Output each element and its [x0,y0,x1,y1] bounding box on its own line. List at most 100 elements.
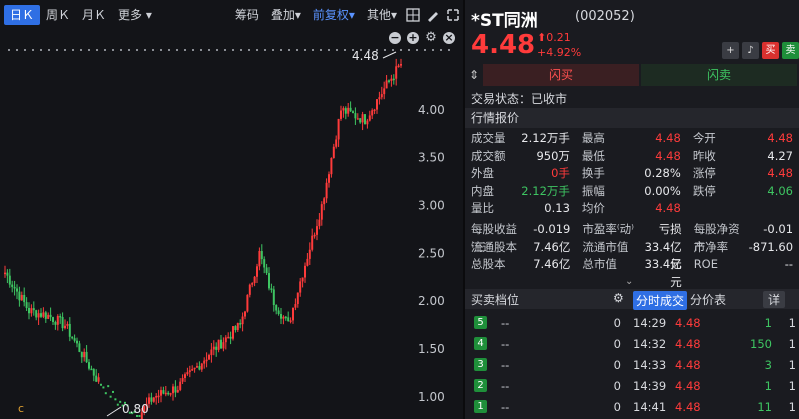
quote-section-title: 行情报价 [465,108,799,128]
y-tick-label: 4.00 [418,103,445,117]
orderbook-row[interactable]: 2 -- 0 [465,375,625,396]
candle [160,390,162,396]
draw-pen-icon[interactable] [426,8,440,22]
candle [186,372,189,375]
candle [294,303,297,308]
candle [390,78,393,81]
y-tick-label: 3.00 [418,199,445,213]
low-price-label: 0.80 [122,402,149,416]
candle [354,113,357,119]
flash-buy-button[interactable]: 闪买 [483,64,639,86]
buy-button[interactable]: 买 [762,42,779,59]
orderbook: 5 -- 0 4 -- 0 3 -- 0 2 -- 0 1 -- 0 [465,312,625,417]
quote-value: 4.06 [767,183,793,198]
quote-value: 0.13 [544,201,570,215]
candle [263,259,266,268]
candle [224,337,227,343]
candle [150,397,153,402]
candle [73,338,76,341]
candle [179,381,182,390]
tick-row: 14:41 4.48 11 1 [631,396,799,417]
tick-time: 14:33 [633,357,667,372]
quote-value: 0.00% [644,183,681,198]
quote-value: 4.48 [767,166,793,180]
bottom-header: 买卖档位 ⚙ 分时成交 分价表 详 [465,289,799,310]
candle [342,108,345,111]
bid-qty: 0 [613,399,621,414]
tab-day-k[interactable]: 日Ｋ [4,5,41,25]
quote-label: 最低 [581,148,605,163]
candle [356,118,359,120]
quote-value: -- [784,257,794,271]
collapse-chevron-icon[interactable]: ⌄ [625,276,633,287]
candle [229,336,232,339]
candle [176,389,179,393]
candle [248,284,251,295]
tab-more[interactable]: 更多 ▾ [112,5,158,25]
candle [308,249,311,259]
other-button[interactable]: 其他▾ [361,5,403,25]
expand-icon[interactable] [446,8,460,22]
candle [212,346,215,350]
candle [64,325,66,329]
tick-time: 14:29 [633,315,667,330]
forward-adjust-button[interactable]: 前复权▾ [307,5,361,25]
flash-sell-button[interactable]: 闪卖 [641,64,797,86]
candle [234,326,237,331]
bid-qty: 0 [613,315,621,330]
candle [155,395,158,398]
candle [191,369,194,371]
tab-month-k[interactable]: 月Ｋ [76,5,112,25]
candle [16,288,18,292]
candle [56,315,59,325]
y-tick-label: 1.50 [418,342,445,356]
tab-week-k[interactable]: 周Ｋ [40,5,76,25]
grid-icon[interactable] [406,8,420,22]
detail-button[interactable]: 详 [763,291,786,308]
candle [205,359,208,362]
bid-level-badge: 3 [474,358,487,371]
orderbook-row[interactable]: 1 -- 0 [465,396,625,417]
candle [349,107,352,112]
candle [328,174,330,183]
orderbook-settings-gear-icon[interactable]: ⚙ [613,291,624,305]
tab-price-table[interactable]: 分价表 [690,291,726,308]
candle [239,323,242,325]
tick-volume: 3 [764,357,772,372]
marker-c: c [18,402,24,415]
kline-chart[interactable]: 4.00 3.50 3.00 2.50 2.00 1.50 1.00 4.48 0.80 c [0,44,463,419]
quote-label: 成交额 [471,148,506,163]
alert-bell-icon[interactable]: ♪ [742,42,759,59]
candle [284,316,287,319]
quote-value: 亏损 [658,222,682,236]
minus-icon[interactable]: − [389,32,401,44]
add-watch-button[interactable]: + [722,42,739,59]
orderbook-row[interactable]: 3 -- 0 [465,354,625,375]
quote-value: 33.4亿元 [644,239,682,272]
candle [380,94,383,98]
flash-trade-bar: ⇕ 闪买 闪卖 [465,64,799,86]
close-icon[interactable]: × [443,32,455,44]
tab-time-sales[interactable]: 分时成交 [633,291,688,310]
candle [76,340,78,344]
orderbook-row[interactable]: 5 -- 0 [465,312,625,333]
plus-icon[interactable]: + [407,32,419,44]
orderbook-row[interactable]: 4 -- 0 [465,333,625,354]
overlay-button[interactable]: 叠加▾ [265,5,307,25]
candle [376,99,378,110]
quote-value: 4.48 [767,131,793,145]
candle [162,390,165,394]
stock-code: (002052) [575,9,635,24]
sell-button[interactable]: 卖 [782,42,799,59]
other-label: 其他 [366,8,391,22]
expand-chevron-icon[interactable]: ⇕ [465,64,483,86]
candle [184,374,186,379]
candle [251,282,254,285]
quote-row: 每股收益⁽三⁾ -0.019 市盈率⁽动⁾ 亏损 每股净资产 -0.01 [465,221,799,254]
candle [59,315,62,318]
chips-button[interactable]: 筹码 [229,5,265,25]
settings-gear-icon[interactable]: ⚙ [425,31,437,44]
candle [78,343,81,352]
kline-panel: 日Ｋ 周Ｋ 月Ｋ 更多 ▾ 筹码 叠加▾ 前复权▾ 其他▾ − + ⚙ × 4.… [0,0,463,419]
candle [282,316,285,319]
